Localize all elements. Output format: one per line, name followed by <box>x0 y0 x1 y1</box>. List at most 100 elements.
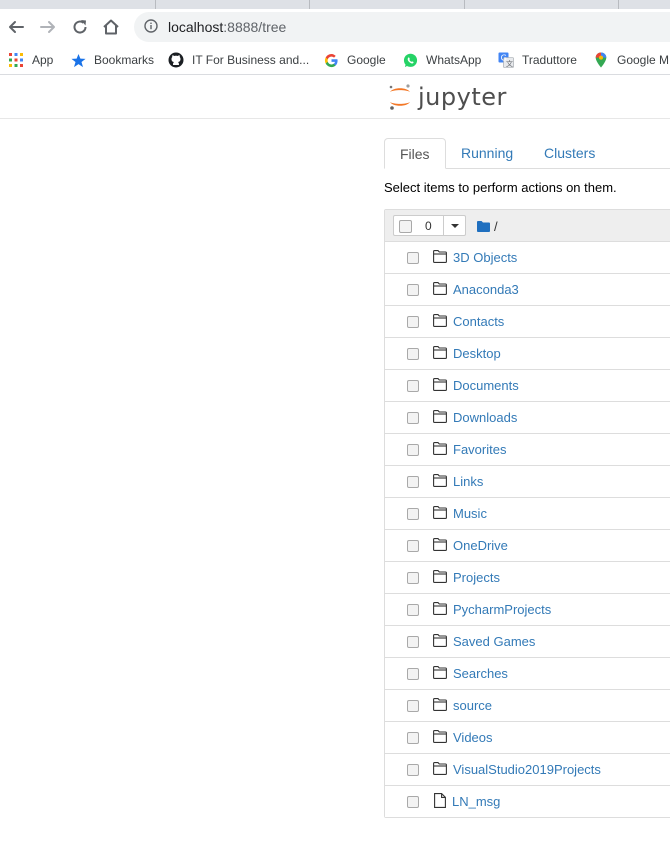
browser-toolbar: localhost:8888/tree <box>0 9 670 46</box>
list-item[interactable]: Anaconda3 <box>385 274 670 306</box>
select-all-dropdown[interactable]: 0 <box>393 215 466 236</box>
list-item[interactable]: Videos <box>385 722 670 754</box>
list-item[interactable]: Desktop <box>385 338 670 370</box>
apps-grid-icon <box>8 52 24 68</box>
home-button[interactable] <box>101 17 121 37</box>
list-item[interactable]: Saved Games <box>385 626 670 658</box>
reload-button[interactable] <box>70 17 90 37</box>
item-name-link[interactable]: Contacts <box>453 314 504 329</box>
item-checkbox[interactable] <box>407 252 419 264</box>
list-item[interactable]: Projects <box>385 562 670 594</box>
item-name-link[interactable]: Searches <box>453 666 508 681</box>
item-checkbox[interactable] <box>407 316 419 328</box>
url-path: :8888/tree <box>223 19 287 35</box>
list-item[interactable]: Links <box>385 466 670 498</box>
folder-icon <box>433 538 447 552</box>
home-icon <box>103 19 119 35</box>
item-checkbox[interactable] <box>407 348 419 360</box>
list-item[interactable]: Downloads <box>385 402 670 434</box>
item-name-link[interactable]: source <box>453 698 492 713</box>
home-folder-icon[interactable] <box>477 221 490 232</box>
list-item[interactable]: source <box>385 690 670 722</box>
breadcrumb-root[interactable]: / <box>494 219 498 234</box>
list-item[interactable]: OneDrive <box>385 530 670 562</box>
folder-icon <box>433 762 447 776</box>
item-name-link[interactable]: PycharmProjects <box>453 602 551 617</box>
address-bar[interactable]: localhost:8888/tree <box>134 12 670 42</box>
list-item[interactable]: Music <box>385 498 670 530</box>
file-list: 0 / 3D Objects Anaconda3 Contacts Desktop Do… <box>384 209 670 818</box>
tab-clusters[interactable]: Clusters <box>529 138 610 168</box>
bookmark-label: Bookmarks <box>94 53 155 67</box>
item-name-link[interactable]: 3D Objects <box>453 250 517 265</box>
bookmark-label: App <box>32 53 54 67</box>
list-item[interactable]: VisualStudio2019Projects <box>385 754 670 786</box>
tab-separator <box>155 0 156 9</box>
jupyter-logo[interactable]: jupyter <box>388 82 507 112</box>
item-name-link[interactable]: VisualStudio2019Projects <box>453 762 601 777</box>
list-item[interactable]: 3D Objects <box>385 242 670 274</box>
item-checkbox[interactable] <box>407 412 419 424</box>
bookmark-bookmarks[interactable]: Bookmarks <box>70 51 154 69</box>
back-button[interactable] <box>6 17 26 37</box>
item-name-link[interactable]: Anaconda3 <box>453 282 519 297</box>
item-name-link[interactable]: OneDrive <box>453 538 508 553</box>
item-name-link[interactable]: Downloads <box>453 410 517 425</box>
item-name-link[interactable]: Links <box>453 474 483 489</box>
item-checkbox[interactable] <box>407 508 419 520</box>
bookmark-google[interactable]: Google <box>323 51 386 69</box>
item-checkbox[interactable] <box>407 796 419 808</box>
forward-button[interactable] <box>38 17 58 37</box>
bookmark-traduttore[interactable]: G文 Traduttore <box>498 51 577 69</box>
tab-running[interactable]: Running <box>446 138 528 168</box>
bookmark-app[interactable]: App <box>8 51 53 69</box>
item-checkbox[interactable] <box>407 732 419 744</box>
select-all-checkbox[interactable] <box>399 220 412 233</box>
back-arrow-icon <box>9 21 24 33</box>
item-checkbox[interactable] <box>407 604 419 616</box>
url-text[interactable]: localhost:8888/tree <box>168 19 286 35</box>
list-item[interactable]: Documents <box>385 370 670 402</box>
item-checkbox[interactable] <box>407 764 419 776</box>
info-icon[interactable] <box>144 19 158 33</box>
jupyter-wordmark: jupyter <box>418 83 507 111</box>
caret-down-icon[interactable] <box>451 224 459 228</box>
item-name-link[interactable]: Favorites <box>453 442 506 457</box>
folder-icon <box>433 410 447 424</box>
tab-files[interactable]: Files <box>384 138 446 169</box>
bookmark-label: Traduttore <box>522 53 577 67</box>
folder-icon <box>433 666 447 680</box>
bookmark-google-maps[interactable]: Google M <box>593 51 669 69</box>
list-item[interactable]: Favorites <box>385 434 670 466</box>
item-checkbox[interactable] <box>407 476 419 488</box>
item-name-link[interactable]: Music <box>453 506 487 521</box>
breadcrumb[interactable]: / <box>477 219 498 234</box>
folder-icon <box>433 634 447 648</box>
item-name-link[interactable]: Projects <box>453 570 500 585</box>
item-checkbox[interactable] <box>407 444 419 456</box>
item-checkbox[interactable] <box>407 700 419 712</box>
item-checkbox[interactable] <box>407 668 419 680</box>
bookmark-label: IT For Business and... <box>192 53 310 67</box>
item-checkbox[interactable] <box>407 572 419 584</box>
item-checkbox[interactable] <box>407 380 419 392</box>
item-name-link[interactable]: Videos <box>453 730 493 745</box>
list-item[interactable]: Searches <box>385 658 670 690</box>
item-checkbox[interactable] <box>407 540 419 552</box>
bookmark-whatsapp[interactable]: WhatsApp <box>402 51 481 69</box>
folder-icon <box>433 570 447 584</box>
list-item[interactable]: PycharmProjects <box>385 594 670 626</box>
item-name-link[interactable]: LN_msg <box>452 794 500 809</box>
item-checkbox[interactable] <box>407 636 419 648</box>
item-name-link[interactable]: Saved Games <box>453 634 535 649</box>
list-item[interactable]: Contacts <box>385 306 670 338</box>
item-name-link[interactable]: Desktop <box>453 346 501 361</box>
folder-icon <box>433 314 447 328</box>
browser-tab-strip <box>0 0 670 9</box>
folder-icon <box>433 506 447 520</box>
item-checkbox[interactable] <box>407 284 419 296</box>
whatsapp-icon <box>402 52 418 68</box>
list-item[interactable]: LN_msg <box>385 786 670 817</box>
bookmark-it-business[interactable]: IT For Business and... <box>168 51 309 69</box>
item-name-link[interactable]: Documents <box>453 378 519 393</box>
